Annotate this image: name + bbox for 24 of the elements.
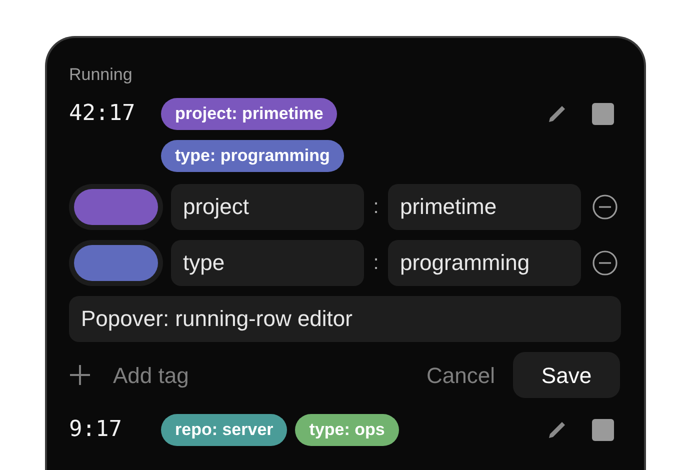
cancel-button[interactable]: Cancel <box>426 358 495 392</box>
pencil-icon[interactable] <box>546 419 568 441</box>
tag-pill: repo: server <box>161 414 288 446</box>
save-button[interactable]: Save <box>513 352 620 398</box>
tag-pill: project: primetime <box>161 98 338 130</box>
tag-pill: type: ops <box>295 414 399 446</box>
note-field[interactable]: Popover: running-row editor <box>69 296 621 342</box>
pencil-icon[interactable] <box>546 103 568 125</box>
tag-key-field[interactable]: type <box>171 240 364 286</box>
elapsed-time: 9:17 <box>69 416 123 444</box>
color-swatch[interactable] <box>74 189 158 225</box>
tag-key-field[interactable]: project <box>171 184 364 230</box>
color-swatch[interactable] <box>74 245 158 281</box>
separator: : <box>372 195 380 220</box>
tag-value-field[interactable]: primetime <box>388 184 581 230</box>
separator: : <box>372 251 380 276</box>
add-tag-link[interactable]: Add tag <box>113 358 189 392</box>
section-label: Running <box>69 64 134 86</box>
remove-icon[interactable] <box>592 194 618 220</box>
elapsed-time: 42:17 <box>69 100 136 128</box>
tag-pill: type: programming <box>161 140 344 172</box>
plus-icon[interactable] <box>69 364 91 386</box>
tag-value-field[interactable]: programming <box>388 240 581 286</box>
remove-icon[interactable] <box>592 250 618 276</box>
